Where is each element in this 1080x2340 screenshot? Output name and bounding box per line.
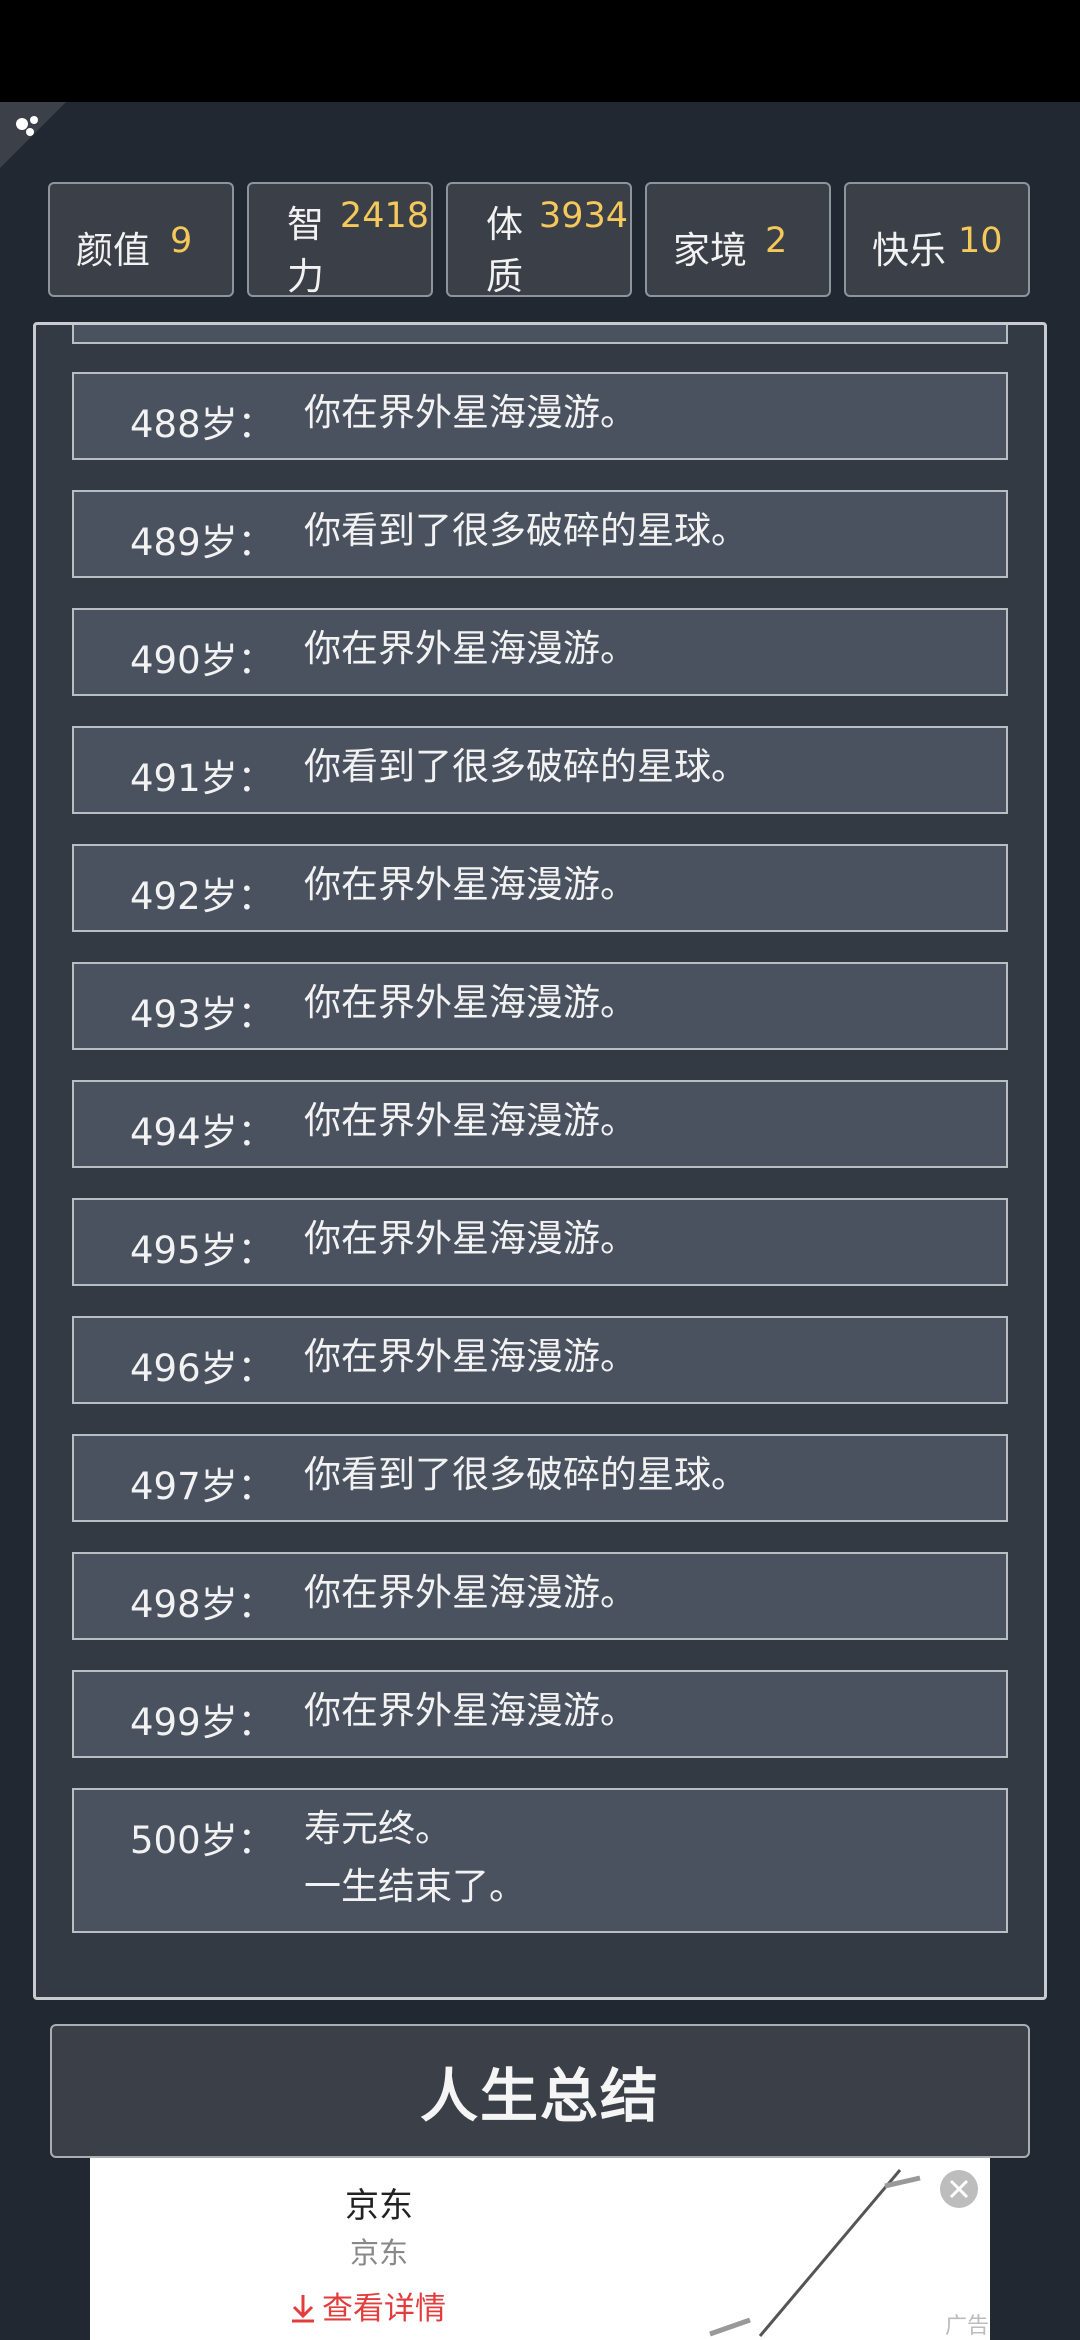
ad-title: 京东 [345, 2186, 413, 2226]
stat-value: 2 [765, 221, 788, 261]
log-age: 498岁： [130, 1583, 275, 1626]
ad-cta-label: 查看详情 [322, 2291, 446, 2327]
ad-subtitle: 京东 [350, 2236, 409, 2270]
stat-appearance: 颜值 9 [48, 182, 234, 297]
life-summary-button[interactable]: 人生总结 [50, 2024, 1030, 2158]
log-row: 490岁： 你在界外星海漫游。 [72, 608, 1008, 696]
log-row: 491岁： 你看到了很多破碎的星球。 [72, 726, 1008, 814]
log-age: 490岁： [130, 639, 275, 682]
ad-banner[interactable]: 京东 京东 查看详情 广告 [90, 2158, 990, 2340]
log-age: 491岁： [130, 757, 275, 800]
stat-value: 3934 [538, 196, 628, 236]
log-text: 你在界外星海漫游。 [304, 1217, 637, 1260]
log-text: 你在界外星海漫游。 [304, 1335, 637, 1378]
log-age: 493岁： [130, 993, 275, 1036]
log-text: 寿元终。 一生结束了。 [304, 1800, 526, 1916]
log-row-partial [72, 325, 1008, 344]
log-row: 496岁： 你在界外星海漫游。 [72, 1316, 1008, 1404]
stat-label-line1: 智 [287, 203, 324, 246]
stat-value: 10 [958, 221, 1003, 261]
log-row-final: 500岁： 寿元终。 一生结束了。 [72, 1788, 1008, 1933]
log-row: 497岁： 你看到了很多破碎的星球。 [72, 1434, 1008, 1522]
status-bar [0, 0, 1080, 102]
log-age: 499岁： [130, 1701, 275, 1744]
stat-label: 颜值 [76, 229, 150, 272]
log-age: 489岁： [130, 521, 275, 564]
log-text: 你在界外星海漫游。 [304, 627, 637, 670]
log-text: 你在界外星海漫游。 [304, 1689, 637, 1732]
log-row: 492岁： 你在界外星海漫游。 [72, 844, 1008, 932]
corner-ribbon-icon [0, 102, 66, 168]
stat-happiness: 快乐 10 [844, 182, 1030, 297]
stat-constitution: 体 质 3934 [446, 182, 632, 298]
log-row: 499岁： 你在界外星海漫游。 [72, 1670, 1008, 1758]
log-age: 495岁： [130, 1229, 275, 1272]
ad-image-icon [709, 2169, 921, 2337]
stat-label: 家境 [673, 229, 747, 272]
log-row: 488岁： 你在界外星海漫游。 [72, 372, 1008, 460]
download-arrow-icon [292, 2295, 314, 2323]
stat-value: 9 [170, 221, 193, 261]
stat-label: 快乐 [872, 229, 946, 272]
log-text: 你看到了很多破碎的星球。 [304, 509, 748, 552]
log-row: 498岁： 你在界外星海漫游。 [72, 1552, 1008, 1640]
log-age: 497岁： [130, 1465, 275, 1508]
life-log-list: 488岁： 你在界外星海漫游。 489岁： 你看到了很多破碎的星球。 490岁：… [72, 372, 1012, 1963]
stat-family: 家境 2 [645, 182, 831, 297]
close-icon [949, 2179, 969, 2199]
log-text: 你在界外星海漫游。 [304, 1571, 637, 1614]
life-log-panel[interactable]: 488岁： 你在界外星海漫游。 489岁： 你看到了很多破碎的星球。 490岁：… [33, 322, 1047, 2000]
ad-tag: 广告 [945, 2314, 990, 2339]
log-text-line1: 寿元终。 [304, 1807, 452, 1850]
stat-value: 2418 [339, 196, 429, 236]
log-text: 你在界外星海漫游。 [304, 981, 637, 1024]
stats-bar: 颜值 9 智 力 2418 体 质 3934 家境 2 快乐 10 [48, 182, 1032, 301]
ad-cta-link[interactable]: 查看详情 [290, 2283, 446, 2328]
log-text: 你在界外星海漫游。 [304, 1099, 637, 1142]
ad-close-button[interactable] [940, 2170, 978, 2208]
log-text: 你看到了很多破碎的星球。 [304, 745, 748, 788]
stat-intelligence: 智 力 2418 [247, 182, 433, 298]
log-row: 494岁： 你在界外星海漫游。 [72, 1080, 1008, 1168]
log-row: 493岁： 你在界外星海漫游。 [72, 962, 1008, 1050]
log-text: 你在界外星海漫游。 [304, 863, 637, 906]
log-age: 496岁： [130, 1347, 275, 1390]
log-text-line2: 一生结束了。 [304, 1865, 526, 1908]
log-text: 你看到了很多破碎的星球。 [304, 1453, 748, 1496]
log-text: 你在界外星海漫游。 [304, 391, 637, 434]
log-row: 489岁： 你看到了很多破碎的星球。 [72, 490, 1008, 578]
stat-label-line2: 质 [486, 255, 523, 298]
log-row: 495岁： 你在界外星海漫游。 [72, 1198, 1008, 1286]
stat-label-line1: 体 [486, 203, 523, 246]
log-age: 492岁： [130, 875, 275, 918]
log-age: 488岁： [130, 403, 275, 446]
log-age: 494岁： [130, 1111, 275, 1154]
stat-label-line2: 力 [287, 255, 324, 298]
log-age: 500岁： [130, 1819, 275, 1862]
